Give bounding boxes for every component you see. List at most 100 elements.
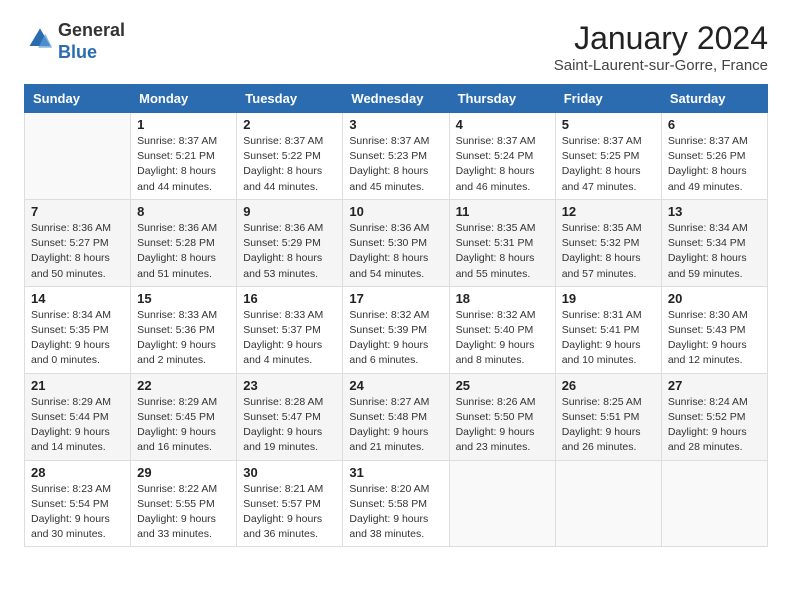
day-number: 22 — [137, 378, 230, 393]
day-number: 24 — [349, 378, 442, 393]
day-number: 11 — [456, 204, 549, 219]
table-row: 14 Sunrise: 8:34 AMSunset: 5:35 PMDayligh… — [25, 286, 131, 373]
header-tuesday: Tuesday — [237, 85, 343, 113]
day-number: 15 — [137, 291, 230, 306]
day-number: 21 — [31, 378, 124, 393]
day-info: Sunrise: 8:37 AMSunset: 5:21 PMDaylight:… — [137, 134, 230, 195]
table-row: 31 Sunrise: 8:20 AMSunset: 5:58 PMDayligh… — [343, 460, 449, 547]
day-number: 17 — [349, 291, 442, 306]
day-info: Sunrise: 8:28 AMSunset: 5:47 PMDaylight:… — [243, 395, 336, 456]
table-row: 21 Sunrise: 8:29 AMSunset: 5:44 PMDayligh… — [25, 373, 131, 460]
header-sunday: Sunday — [25, 85, 131, 113]
day-info: Sunrise: 8:34 AMSunset: 5:35 PMDaylight:… — [31, 308, 124, 369]
day-info: Sunrise: 8:36 AMSunset: 5:30 PMDaylight:… — [349, 221, 442, 282]
day-number: 25 — [456, 378, 549, 393]
header-monday: Monday — [131, 85, 237, 113]
table-row: 7Sunrise: 8:36 AMSunset: 5:27 PMDaylight… — [25, 199, 131, 286]
table-row: 8 Sunrise: 8:36 AMSunset: 5:28 PMDaylight… — [131, 199, 237, 286]
day-number: 16 — [243, 291, 336, 306]
day-info: Sunrise: 8:35 AMSunset: 5:31 PMDaylight:… — [456, 221, 549, 282]
logo-general-text: General — [58, 20, 125, 40]
day-info: Sunrise: 8:32 AMSunset: 5:40 PMDaylight:… — [456, 308, 549, 369]
day-info: Sunrise: 8:29 AMSunset: 5:45 PMDaylight:… — [137, 395, 230, 456]
day-info: Sunrise: 8:37 AMSunset: 5:26 PMDaylight:… — [668, 134, 761, 195]
calendar-week-row: 14 Sunrise: 8:34 AMSunset: 5:35 PMDayligh… — [25, 286, 768, 373]
table-row: 18Sunrise: 8:32 AMSunset: 5:40 PMDayligh… — [449, 286, 555, 373]
day-info: Sunrise: 8:24 AMSunset: 5:52 PMDaylight:… — [668, 395, 761, 456]
month-title: January 2024 — [554, 20, 768, 57]
day-info: Sunrise: 8:31 AMSunset: 5:41 PMDaylight:… — [562, 308, 655, 369]
calendar-table: Sunday Monday Tuesday Wednesday Thursday… — [24, 84, 768, 547]
day-info: Sunrise: 8:29 AMSunset: 5:44 PMDaylight:… — [31, 395, 124, 456]
day-number: 19 — [562, 291, 655, 306]
table-row: 3Sunrise: 8:37 AMSunset: 5:23 PMDaylight… — [343, 113, 449, 200]
table-row: 15 Sunrise: 8:33 AMSunset: 5:36 PMDayligh… — [131, 286, 237, 373]
day-info: Sunrise: 8:20 AMSunset: 5:58 PMDaylight:… — [349, 482, 442, 543]
day-number: 29 — [137, 465, 230, 480]
table-row: 26 Sunrise: 8:25 AMSunset: 5:51 PMDayligh… — [555, 373, 661, 460]
table-row — [449, 460, 555, 547]
day-number: 27 — [668, 378, 761, 393]
day-info: Sunrise: 8:33 AMSunset: 5:36 PMDaylight:… — [137, 308, 230, 369]
table-row: 6 Sunrise: 8:37 AMSunset: 5:26 PMDaylight… — [661, 113, 767, 200]
day-info: Sunrise: 8:21 AMSunset: 5:57 PMDaylight:… — [243, 482, 336, 543]
table-row: 22 Sunrise: 8:29 AMSunset: 5:45 PMDayligh… — [131, 373, 237, 460]
table-row: 11 Sunrise: 8:35 AMSunset: 5:31 PMDayligh… — [449, 199, 555, 286]
day-number: 26 — [562, 378, 655, 393]
day-info: Sunrise: 8:32 AMSunset: 5:39 PMDaylight:… — [349, 308, 442, 369]
day-number: 2 — [243, 117, 336, 132]
day-number: 13 — [668, 204, 761, 219]
table-row: 2 Sunrise: 8:37 AMSunset: 5:22 PMDaylight… — [237, 113, 343, 200]
calendar-week-row: 28Sunrise: 8:23 AMSunset: 5:54 PMDayligh… — [25, 460, 768, 547]
day-info: Sunrise: 8:35 AMSunset: 5:32 PMDaylight:… — [562, 221, 655, 282]
table-row: 4 Sunrise: 8:37 AMSunset: 5:24 PMDaylight… — [449, 113, 555, 200]
day-number: 5 — [562, 117, 655, 132]
calendar-week-row: 21 Sunrise: 8:29 AMSunset: 5:44 PMDayligh… — [25, 373, 768, 460]
table-row: 5 Sunrise: 8:37 AMSunset: 5:25 PMDaylight… — [555, 113, 661, 200]
table-row: 19 Sunrise: 8:31 AMSunset: 5:41 PMDayligh… — [555, 286, 661, 373]
day-info: Sunrise: 8:34 AMSunset: 5:34 PMDaylight:… — [668, 221, 761, 282]
day-info: Sunrise: 8:37 AMSunset: 5:25 PMDaylight:… — [562, 134, 655, 195]
header-wednesday: Wednesday — [343, 85, 449, 113]
day-info: Sunrise: 8:22 AMSunset: 5:55 PMDaylight:… — [137, 482, 230, 543]
day-info: Sunrise: 8:37 AMSunset: 5:22 PMDaylight:… — [243, 134, 336, 195]
day-info: Sunrise: 8:27 AMSunset: 5:48 PMDaylight:… — [349, 395, 442, 456]
logo: General Blue — [24, 20, 125, 63]
table-row — [555, 460, 661, 547]
header-friday: Friday — [555, 85, 661, 113]
day-info: Sunrise: 8:26 AMSunset: 5:50 PMDaylight:… — [456, 395, 549, 456]
day-number: 23 — [243, 378, 336, 393]
calendar-week-row: 1 Sunrise: 8:37 AMSunset: 5:21 PMDaylight… — [25, 113, 768, 200]
logo-blue-text: Blue — [58, 42, 97, 62]
day-info: Sunrise: 8:25 AMSunset: 5:51 PMDaylight:… — [562, 395, 655, 456]
day-number: 14 — [31, 291, 124, 306]
day-number: 4 — [456, 117, 549, 132]
table-row: 24 Sunrise: 8:27 AMSunset: 5:48 PMDayligh… — [343, 373, 449, 460]
day-number: 30 — [243, 465, 336, 480]
table-row: 30 Sunrise: 8:21 AMSunset: 5:57 PMDayligh… — [237, 460, 343, 547]
day-number: 9 — [243, 204, 336, 219]
table-row: 29 Sunrise: 8:22 AMSunset: 5:55 PMDayligh… — [131, 460, 237, 547]
table-row: 10Sunrise: 8:36 AMSunset: 5:30 PMDayligh… — [343, 199, 449, 286]
table-row: 25 Sunrise: 8:26 AMSunset: 5:50 PMDayligh… — [449, 373, 555, 460]
table-row — [25, 113, 131, 200]
header-saturday: Saturday — [661, 85, 767, 113]
table-row: 13 Sunrise: 8:34 AMSunset: 5:34 PMDayligh… — [661, 199, 767, 286]
header-thursday: Thursday — [449, 85, 555, 113]
table-row: 16Sunrise: 8:33 AMSunset: 5:37 PMDayligh… — [237, 286, 343, 373]
day-info: Sunrise: 8:36 AMSunset: 5:29 PMDaylight:… — [243, 221, 336, 282]
table-row: 1 Sunrise: 8:37 AMSunset: 5:21 PMDaylight… — [131, 113, 237, 200]
day-number: 8 — [137, 204, 230, 219]
day-number: 1 — [137, 117, 230, 132]
day-number: 20 — [668, 291, 761, 306]
table-row: 17 Sunrise: 8:32 AMSunset: 5:39 PMDayligh… — [343, 286, 449, 373]
day-info: Sunrise: 8:36 AMSunset: 5:28 PMDaylight:… — [137, 221, 230, 282]
calendar-week-row: 7Sunrise: 8:36 AMSunset: 5:27 PMDaylight… — [25, 199, 768, 286]
day-number: 6 — [668, 117, 761, 132]
day-info: Sunrise: 8:37 AMSunset: 5:24 PMDaylight:… — [456, 134, 549, 195]
day-info: Sunrise: 8:36 AMSunset: 5:27 PMDaylight:… — [31, 221, 124, 282]
day-number: 31 — [349, 465, 442, 480]
location-title: Saint-Laurent-sur-Gorre, France — [554, 57, 768, 74]
table-row: 27 Sunrise: 8:24 AMSunset: 5:52 PMDayligh… — [661, 373, 767, 460]
day-info: Sunrise: 8:30 AMSunset: 5:43 PMDaylight:… — [668, 308, 761, 369]
